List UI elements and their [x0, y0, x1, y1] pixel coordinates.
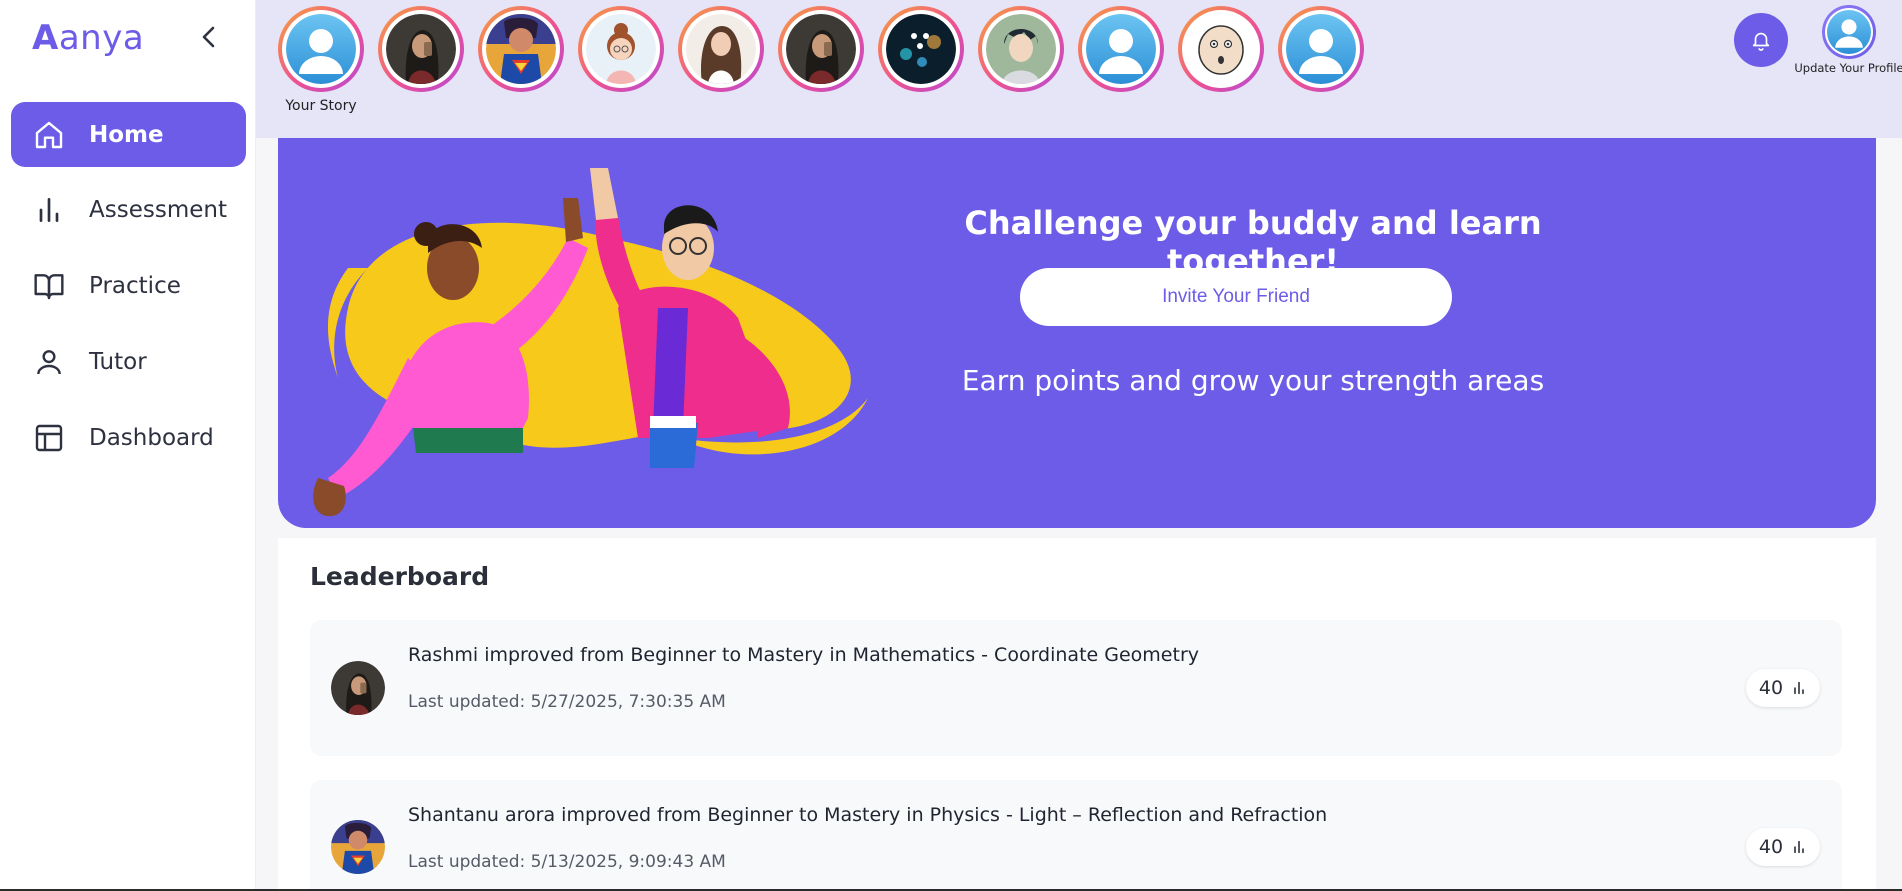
- sidebar-item-label: Home: [89, 121, 164, 148]
- superhero-avatar-icon: [486, 14, 556, 84]
- story-item[interactable]: [1078, 6, 1164, 92]
- story-item[interactable]: [778, 6, 864, 92]
- anime-boy-avatar-icon: [986, 14, 1056, 84]
- invite-friend-button[interactable]: Invite Your Friend: [1020, 268, 1452, 326]
- entry-text: Rashmi improved from Beginner to Mastery…: [408, 644, 1199, 666]
- sidebar-item-label: Tutor: [89, 349, 147, 375]
- cartoon-girl-avatar-icon: [586, 14, 656, 84]
- update-profile-link[interactable]: Update Your Profile: [1793, 61, 1902, 75]
- sidebar-item-label: Dashboard: [89, 425, 214, 451]
- sidebar-nav: Home Assessment Practice Tutor Dashboard: [11, 102, 246, 482]
- story-item[interactable]: [1278, 6, 1364, 92]
- banner-subtitle: Earn points and grow your strength areas: [961, 364, 1545, 397]
- bell-icon: [1752, 32, 1770, 51]
- default-avatar-icon: [286, 14, 356, 84]
- smiling-woman-photo-icon: [686, 14, 756, 84]
- story-item[interactable]: [378, 6, 464, 92]
- notifications-button[interactable]: [1734, 13, 1788, 67]
- sidebar-item-dashboard[interactable]: Dashboard: [11, 406, 246, 470]
- sidebar-item-home[interactable]: Home: [11, 102, 246, 167]
- score-value: 40: [1758, 836, 1784, 858]
- default-avatar-icon: [1825, 8, 1873, 56]
- leaderboard-entry[interactable]: Shantanu arora improved from Beginner to…: [310, 780, 1842, 891]
- bar-chart-icon: [1794, 840, 1804, 854]
- sidebar-item-assessment[interactable]: Assessment: [11, 178, 246, 242]
- sidebar-item-label: Assessment: [89, 197, 227, 223]
- your-story-label: Your Story: [285, 98, 357, 114]
- high-five-illustration: [313, 168, 868, 517]
- sidebar-item-label: Practice: [89, 273, 181, 299]
- app-logo[interactable]: Aanya: [32, 18, 144, 58]
- avatar: [331, 661, 385, 715]
- challenge-banner: Challenge your buddy and learn together!…: [278, 138, 1876, 528]
- logo-rest: anya: [58, 18, 145, 58]
- logo-first-letter: A: [32, 18, 59, 58]
- entry-timestamp: Last updated: 5/27/2025, 7:30:35 AM: [408, 692, 726, 712]
- selfie-photo-icon: [386, 14, 456, 84]
- home-icon: [33, 119, 65, 151]
- story-item[interactable]: [1178, 6, 1264, 92]
- leaderboard-title: Leaderboard: [310, 562, 490, 591]
- chevron-left-icon: [202, 26, 215, 48]
- score-value: 40: [1758, 677, 1784, 699]
- user-icon: [33, 346, 65, 378]
- city-lights-photo-icon: [886, 14, 956, 84]
- default-avatar-icon: [1086, 14, 1156, 84]
- profile-avatar[interactable]: [1822, 5, 1876, 59]
- story-item[interactable]: [578, 6, 664, 92]
- avatar: [331, 820, 385, 874]
- score-badge: 40: [1746, 828, 1820, 866]
- bar-chart-icon: [33, 194, 65, 226]
- story-item[interactable]: [678, 6, 764, 92]
- entry-text: Shantanu arora improved from Beginner to…: [408, 804, 1328, 826]
- cartoon-face-avatar-icon: [1186, 14, 1256, 84]
- sidebar: Aanya Home Assessment Practice Tutor Das…: [0, 0, 256, 891]
- book-icon: [33, 270, 65, 302]
- story-item[interactable]: [978, 6, 1064, 92]
- story-item[interactable]: [478, 6, 564, 92]
- leaderboard: Leaderboard Rashmi improved from Beginne…: [278, 538, 1876, 891]
- leaderboard-entry[interactable]: Rashmi improved from Beginner to Mastery…: [310, 620, 1842, 756]
- story-your-story[interactable]: [278, 6, 364, 92]
- default-avatar-icon: [1286, 14, 1356, 84]
- layout-icon: [33, 422, 65, 454]
- entry-timestamp: Last updated: 5/13/2025, 9:09:43 AM: [408, 852, 726, 872]
- collapse-sidebar-button[interactable]: [194, 22, 224, 52]
- main-content: Challenge your buddy and learn together!…: [256, 138, 1902, 891]
- selfie-photo-icon: [786, 14, 856, 84]
- bar-chart-icon: [1794, 681, 1804, 695]
- sidebar-item-practice[interactable]: Practice: [11, 254, 246, 318]
- sidebar-item-tutor[interactable]: Tutor: [11, 330, 246, 394]
- story-item[interactable]: [878, 6, 964, 92]
- score-badge: 40: [1746, 669, 1820, 707]
